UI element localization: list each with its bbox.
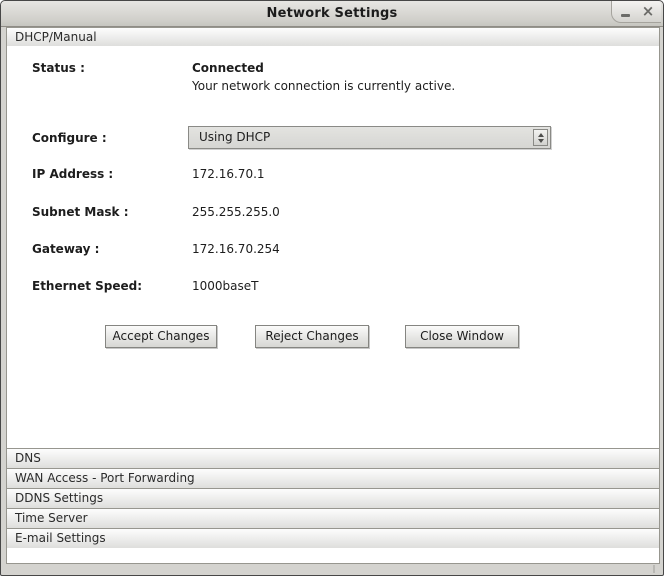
- minimize-icon: [620, 13, 630, 17]
- gateway-value: 172.16.70.254: [192, 242, 280, 256]
- ip-address-value: 172.16.70.1: [192, 167, 265, 181]
- close-button[interactable]: ×: [638, 3, 658, 21]
- section-header-wan-access-port-forwarding[interactable]: WAN Access - Port Forwarding: [6, 468, 660, 489]
- chevron-down-icon: [537, 138, 544, 143]
- section-header-dns[interactable]: DNS: [6, 448, 660, 469]
- bottom-spacer: [6, 548, 660, 564]
- subnet-mask-label: Subnet Mask :: [32, 205, 129, 219]
- gateway-label: Gateway :: [32, 242, 100, 256]
- configure-dropdown-value: Using DHCP: [199, 130, 271, 144]
- section-header-time-server[interactable]: Time Server: [6, 508, 660, 529]
- status-value: Connected: [192, 61, 264, 75]
- section-header-label: DHCP/Manual: [15, 30, 97, 44]
- accept-changes-button[interactable]: Accept Changes: [105, 325, 217, 348]
- configure-label: Configure :: [32, 131, 107, 145]
- minimize-button[interactable]: [615, 3, 635, 21]
- section-header-dhcp-manual[interactable]: DHCP/Manual: [6, 27, 660, 47]
- configure-dropdown[interactable]: Using DHCP: [188, 126, 551, 149]
- subnet-mask-value: 255.255.255.0: [192, 205, 280, 219]
- status-label: Status :: [32, 61, 85, 75]
- status-description: Your network connection is currently act…: [192, 79, 456, 93]
- section-header-email-settings[interactable]: E-mail Settings: [6, 528, 660, 549]
- section-header-label: DDNS Settings: [15, 491, 104, 505]
- window-content: DHCP/Manual Status : Connected Your netw…: [6, 27, 660, 564]
- section-header-label: WAN Access - Port Forwarding: [15, 471, 195, 485]
- chevron-up-icon: [537, 132, 544, 137]
- titlebar[interactable]: Network Settings ×: [1, 1, 663, 27]
- section-header-label: Time Server: [15, 511, 88, 525]
- dhcp-manual-panel: Status : Connected Your network connecti…: [6, 46, 660, 448]
- ethernet-speed-label: Ethernet Speed:: [32, 279, 143, 293]
- close-icon: ×: [641, 2, 655, 20]
- ip-address-label: IP Address :: [32, 167, 114, 181]
- dropdown-spinner-button[interactable]: [533, 129, 548, 146]
- close-window-button[interactable]: Close Window: [405, 325, 519, 348]
- window-controls: ×: [611, 1, 661, 23]
- section-header-ddns-settings[interactable]: DDNS Settings: [6, 488, 660, 509]
- resize-grip[interactable]: [645, 565, 655, 573]
- section-header-label: E-mail Settings: [15, 531, 106, 545]
- section-header-label: DNS: [15, 451, 41, 465]
- ethernet-speed-value: 1000baseT: [192, 279, 259, 293]
- window-title: Network Settings: [266, 6, 398, 21]
- network-settings-window: Network Settings × DHCP/Manual Status : …: [0, 0, 664, 576]
- reject-changes-button[interactable]: Reject Changes: [255, 325, 369, 348]
